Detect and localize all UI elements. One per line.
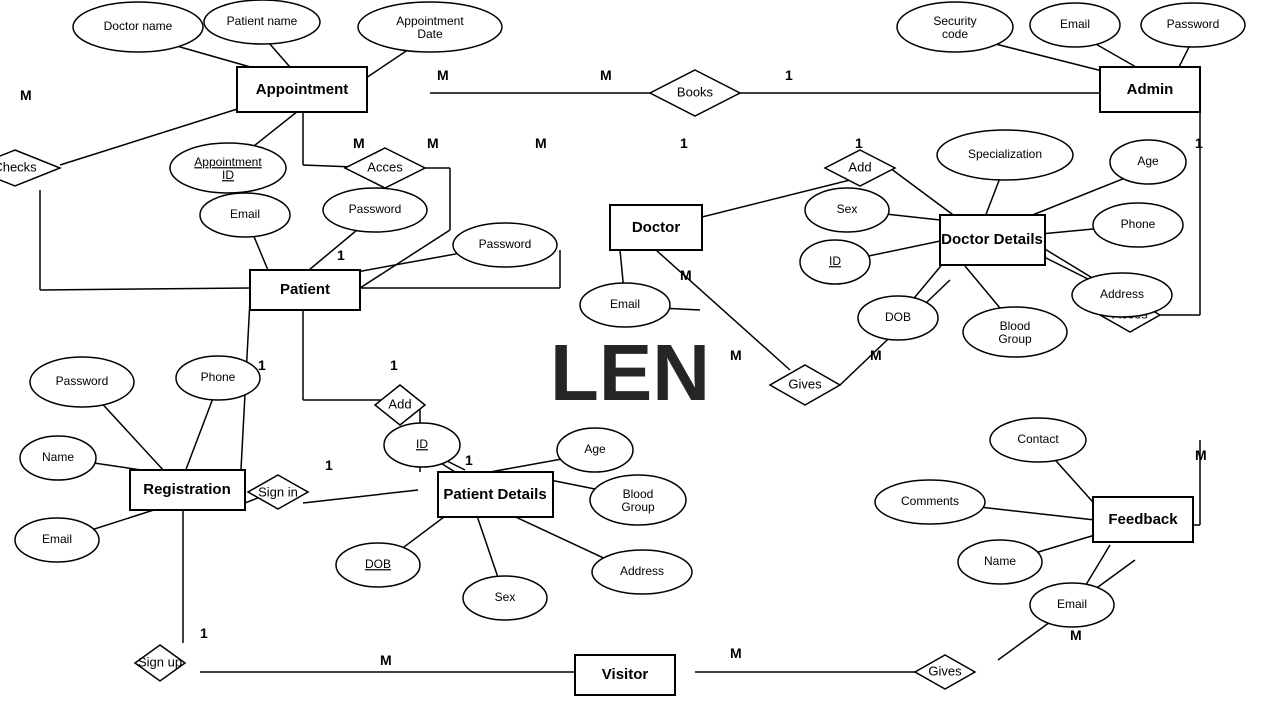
card-m2: M (437, 67, 449, 83)
reg-email-attr: Email (42, 532, 72, 546)
card-m-gives2: M (870, 347, 882, 363)
card-1-admin: 1 (1195, 135, 1203, 151)
feedback-name-attr: Name (984, 554, 1016, 568)
card-m3: M (535, 135, 547, 151)
specialization-attr: Specialization (968, 147, 1042, 161)
patient-blood-group-attr: Blood (623, 487, 654, 501)
patient-entity: Patient (280, 281, 330, 298)
patient-id-attr: ID (416, 437, 428, 451)
patient-details-entity: Patient Details (443, 486, 546, 503)
card-m-acces: M (353, 135, 365, 151)
doctor-age-attr: Age (1137, 154, 1159, 168)
card-m-email: M (680, 267, 692, 283)
security-code-attr2: code (942, 27, 968, 41)
registration-entity: Registration (143, 481, 231, 498)
patient-dob-attr: DOB (365, 557, 391, 571)
appointment-id-attr: Appointment (194, 155, 262, 169)
books-relation: Books (677, 84, 714, 99)
doctor-id-attr: ID (829, 254, 841, 268)
patient-blood-group-attr2: Group (621, 500, 655, 514)
card-m-books: M (600, 67, 612, 83)
card-m-gives-b: M (1070, 627, 1082, 643)
security-code-attr: Security (933, 14, 976, 28)
doctor-password-attr: Password (479, 237, 532, 251)
doctor-sex-attr: Sex (837, 202, 858, 216)
feedback-entity: Feedback (1108, 511, 1178, 528)
appointment-id-attr2: ID (222, 168, 234, 182)
patient-email-attr: Email (230, 207, 260, 221)
doctor-blood-group-attr: Blood (1000, 319, 1031, 333)
add-doctor-relation: Add (848, 159, 871, 174)
card-1-books: 1 (785, 67, 793, 83)
card-1-signup: 1 (200, 625, 208, 641)
card-1-signin: 1 (325, 457, 333, 473)
reg-password-attr: Password (56, 374, 109, 388)
doctor-name-attr: Doctor name (104, 19, 173, 33)
gives-upper-relation: Gives (788, 376, 822, 391)
appointment-date-attr2: Date (417, 27, 443, 41)
patient-age-attr: Age (584, 442, 606, 456)
patient-password-attr: Password (349, 202, 402, 216)
card-1-patient2: 1 (258, 357, 266, 373)
add-patient-relation: Add (388, 396, 411, 411)
doctor-phone-attr: Phone (1121, 217, 1156, 231)
doctor-address-attr: Address (1100, 287, 1144, 301)
card-m1: M (20, 87, 32, 103)
feedback-comments-attr: Comments (901, 494, 959, 508)
card-1-add-p: 1 (390, 357, 398, 373)
admin-password-attr: Password (1167, 17, 1220, 31)
doctor-entity: Doctor (632, 219, 680, 236)
reg-phone-attr: Phone (201, 370, 236, 384)
card-1-patient: 1 (337, 247, 345, 263)
doctor-dob-attr: DOB (885, 310, 911, 324)
checks-relation: Checks (0, 159, 37, 174)
patient-sex-attr: Sex (495, 590, 516, 604)
feedback-email-attr: Email (1057, 597, 1087, 611)
admin-email-attr: Email (1060, 17, 1090, 31)
admin-entity: Admin (1127, 81, 1174, 98)
card-1-add2: 1 (855, 135, 863, 151)
patient-name-attr: Patient name (227, 14, 298, 28)
feedback-contact-attr: Contact (1017, 432, 1059, 446)
doctor-blood-group-attr2: Group (998, 332, 1032, 346)
card-m-visitor2: M (730, 645, 742, 661)
card-m-acces2: M (427, 135, 439, 151)
appointment-date-attr: Appointment (396, 14, 464, 28)
card-1-pd: 1 (465, 452, 473, 468)
sign-up-relation: Sign up (138, 654, 182, 669)
card-m-gives: M (730, 347, 742, 363)
gives-bottom-relation: Gives (928, 663, 962, 678)
sign-in-relation: Sign in (258, 484, 298, 499)
watermark: LEN (550, 328, 710, 417)
card-1-add: 1 (680, 135, 688, 151)
patient-address-attr: Address (620, 564, 664, 578)
card-m-visitor: M (380, 652, 392, 668)
reg-name-attr: Name (42, 450, 74, 464)
doctor-details-entity: Doctor Details (941, 231, 1043, 248)
acces-left-relation: Acces (367, 159, 403, 174)
doctor-email-attr: Email (610, 297, 640, 311)
visitor-entity: Visitor (602, 666, 649, 683)
appointment-entity: Appointment (256, 81, 348, 98)
card-m-fb: M (1195, 447, 1207, 463)
